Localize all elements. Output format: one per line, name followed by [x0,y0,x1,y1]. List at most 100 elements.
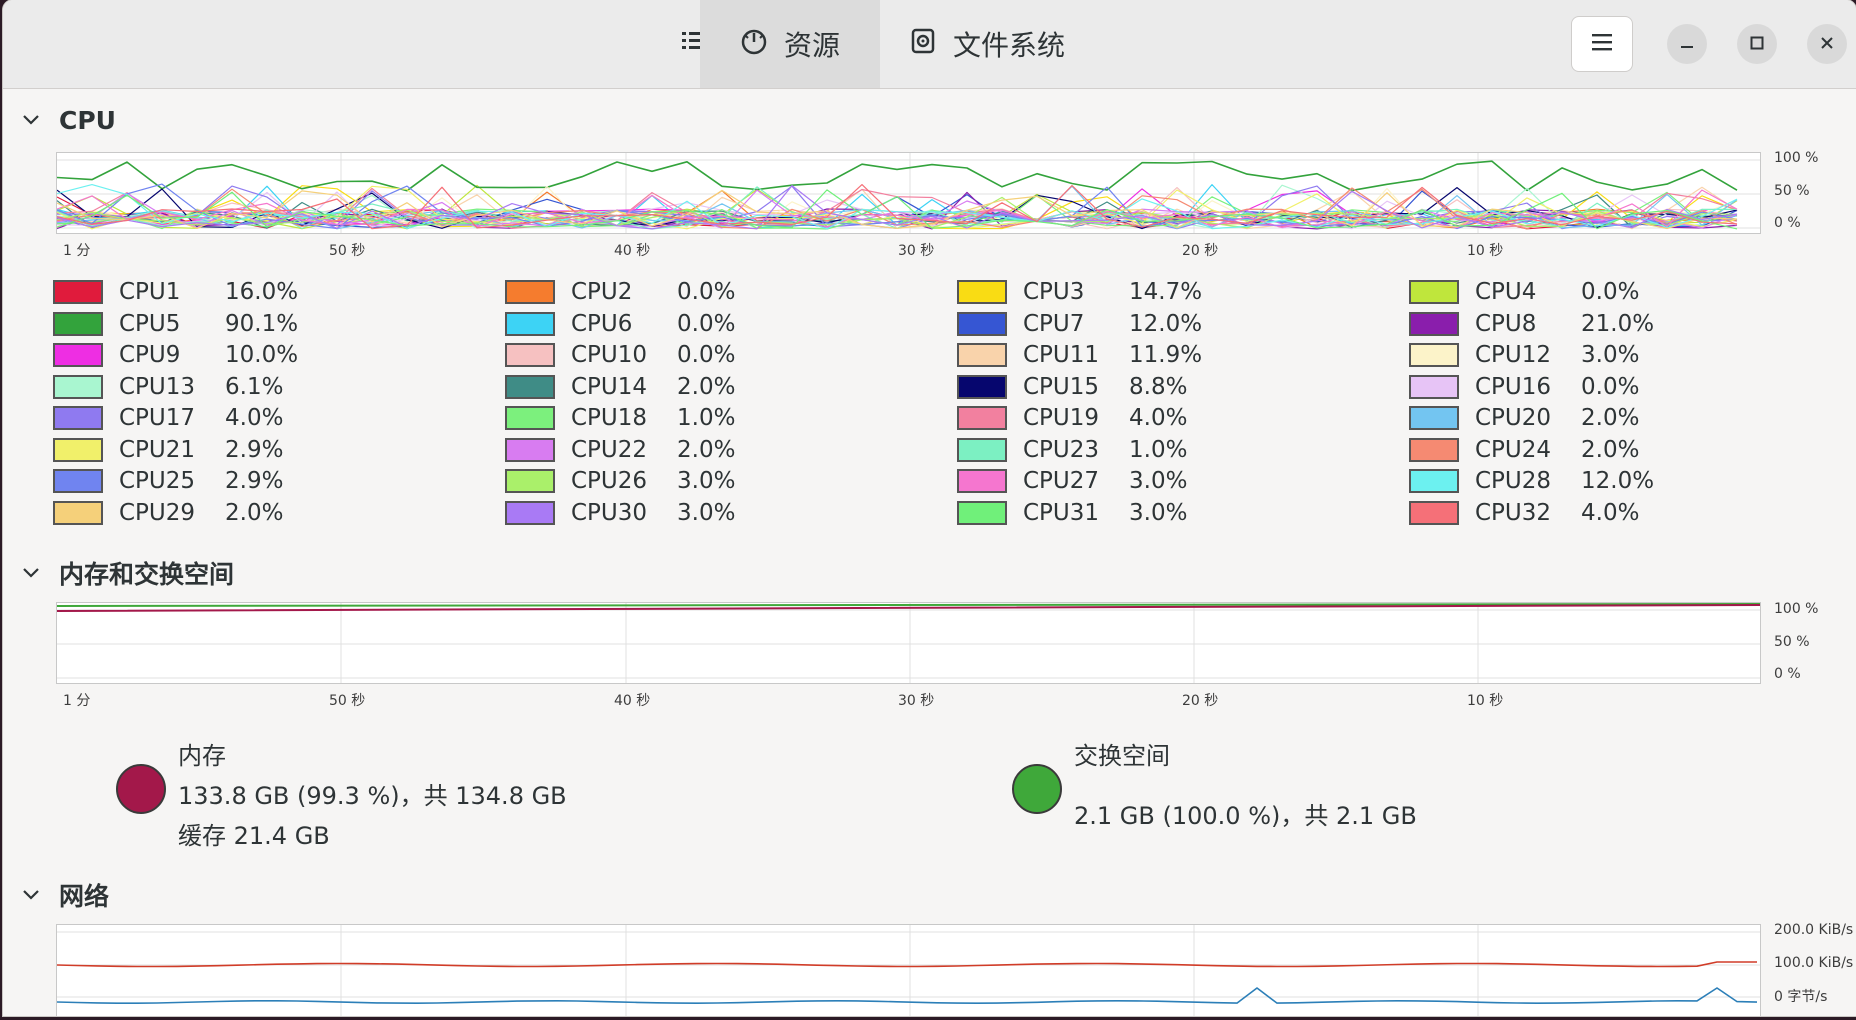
minimize-icon [1680,35,1694,54]
cpu-name: CPU9 [119,342,181,368]
cpu-name: CPU19 [1023,405,1100,431]
cpu-name: CPU11 [1023,342,1100,368]
cpu-section-header[interactable]: CPU [21,106,116,135]
system-monitor-window: 进程 资源 文件系统 CP [3,0,1856,1016]
y-axis-label: 100 % [1774,150,1819,166]
cpu-legend-item: CPU18 1.0% [505,403,735,433]
x-axis-label: 40 秒 [614,243,651,259]
x-axis-label: 10 秒 [1467,693,1504,709]
cpu-color-button[interactable] [1409,500,1459,525]
cpu-color-button[interactable] [1409,374,1459,399]
cpu-color-button[interactable] [1409,311,1459,336]
cpu-usage-value: 2.0% [225,499,284,526]
cpu-color-button[interactable] [957,311,1007,336]
cpu-usage-value: 16.0% [225,279,299,305]
section-title: 网络 [59,882,110,911]
cpu-name: CPU16 [1475,373,1552,400]
cpu-legend-item: CPU3 14.7% [957,277,1202,307]
cpu-color-button[interactable] [53,437,103,462]
memory-title: 内存 [178,742,226,770]
cpu-color-button[interactable] [53,374,103,399]
cpu-graph-svg [57,153,1760,233]
x-axis-label: 10 秒 [1467,243,1504,259]
cpu-name: CPU15 [1023,373,1100,400]
cpu-usage-value: 3.0% [1129,499,1188,526]
swap-color-button[interactable] [1012,764,1062,814]
network-section-header[interactable]: 网络 [21,877,109,913]
cpu-color-button[interactable] [957,343,1007,367]
cpu-color-button[interactable] [957,500,1007,525]
cpu-color-button[interactable] [505,500,555,525]
cpu-color-button[interactable] [957,469,1007,493]
cpu-usage-value: 14.7% [1129,279,1203,305]
cpu-name: CPU22 [571,436,648,463]
cpu-color-button[interactable] [957,406,1007,430]
tab-label: 资源 [783,29,840,62]
cpu-color-button[interactable] [53,469,103,493]
cpu-legend-item: CPU17 4.0% [53,403,283,433]
cpu-color-button[interactable] [1409,437,1459,462]
x-axis-label: 50 秒 [329,693,366,709]
cpu-color-button[interactable] [505,406,555,430]
network-history-graph [56,924,1761,1016]
cpu-color-button[interactable] [957,374,1007,399]
close-icon [1820,35,1834,54]
cpu-color-button[interactable] [1409,469,1459,493]
maximize-button[interactable] [1737,24,1777,64]
cpu-color-button[interactable] [53,500,103,525]
tab-resources[interactable]: 资源 [700,0,880,88]
cpu-usage-value: 0.0% [677,279,736,305]
gauge-icon [740,27,768,62]
cpu-name: CPU1 [119,279,181,305]
close-button[interactable] [1807,24,1847,64]
cpu-color-button[interactable] [957,437,1007,462]
cpu-color-button[interactable] [1409,343,1459,367]
cpu-color-button[interactable] [1409,280,1459,304]
cpu-name: CPU30 [571,499,648,526]
cpu-color-button[interactable] [505,437,555,462]
cpu-usage-value: 10.0% [225,342,299,368]
cpu-legend-item: CPU8 21.0% [1409,309,1654,339]
cpu-legend-item: CPU19 4.0% [957,403,1187,433]
cpu-name: CPU17 [119,405,196,431]
y-axis-label: 100 % [1774,601,1819,617]
cpu-color-button[interactable] [505,343,555,367]
tab-label: 文件系统 [953,29,1066,62]
cpu-color-button[interactable] [957,280,1007,304]
cpu-legend-item: CPU23 1.0% [957,435,1187,465]
y-axis-label: 0 % [1774,215,1801,231]
cpu-usage-value: 12.0% [1581,468,1655,494]
cpu-legend-item: CPU4 0.0% [1409,277,1639,307]
cpu-color-button[interactable] [505,280,555,304]
cpu-color-button[interactable] [1409,406,1459,430]
cpu-usage-value: 0.0% [677,342,736,368]
cpu-color-button[interactable] [505,469,555,493]
memory-cache: 缓存 21.4 GB [178,822,330,850]
memory-history-graph [56,602,1761,684]
cpu-legend-item: CPU24 2.0% [1409,435,1639,465]
memory-section-header[interactable]: 内存和交换空间 [21,555,234,591]
header-bar: 进程 资源 文件系统 [3,0,1856,89]
main-menu-button[interactable] [1571,16,1633,72]
cpu-usage-value: 11.9% [1129,342,1203,368]
minimize-button[interactable] [1667,24,1707,64]
cpu-name: CPU10 [571,342,648,368]
cpu-legend-item: CPU30 3.0% [505,498,735,528]
memory-color-button[interactable] [116,764,166,814]
cpu-color-button[interactable] [505,374,555,399]
cpu-legend-item: CPU5 90.1% [53,309,298,339]
cpu-legend-item: CPU15 8.8% [957,372,1187,402]
cpu-legend-item: CPU28 12.0% [1409,466,1654,496]
cpu-color-button[interactable] [505,311,555,336]
x-axis-label: 30 秒 [898,243,935,259]
cpu-color-button[interactable] [53,406,103,430]
swap-title: 交换空间 [1074,742,1170,770]
cpu-name: CPU32 [1475,499,1552,526]
cpu-color-button[interactable] [53,280,103,304]
tab-filesystems[interactable]: 文件系统 [883,0,1103,88]
cpu-name: CPU13 [119,373,196,400]
cpu-usage-value: 2.0% [1581,436,1640,463]
cpu-color-button[interactable] [53,343,103,367]
cpu-color-button[interactable] [53,311,103,336]
cpu-name: CPU26 [571,468,648,494]
